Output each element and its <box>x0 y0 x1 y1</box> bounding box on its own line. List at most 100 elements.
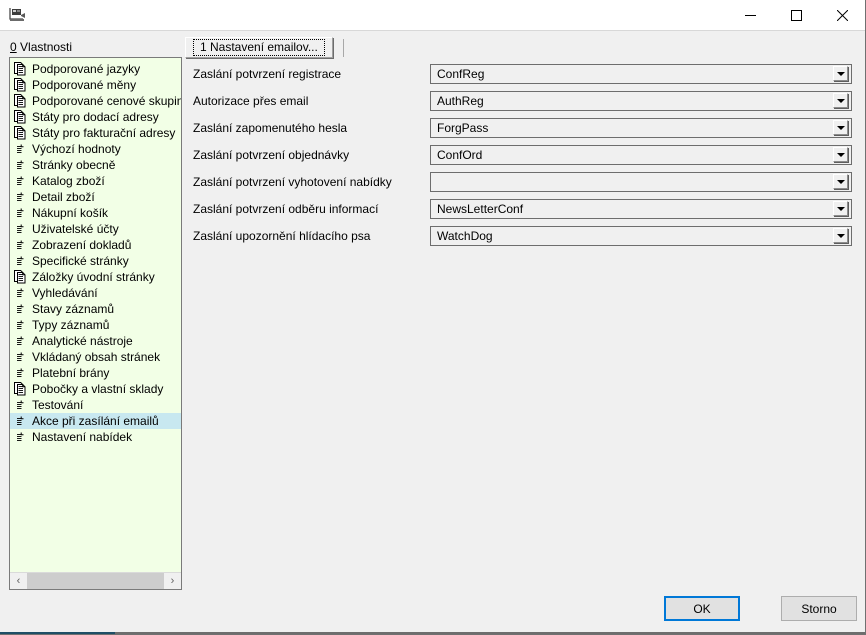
multi-document-icon <box>14 382 27 396</box>
list-item[interactable]: Výchozí hodnoty <box>10 141 181 157</box>
form-row-label: Zaslání potvrzení odběru informací <box>193 201 379 216</box>
form-row-label: Zaslání zapomenutého hesla <box>193 120 348 135</box>
list-item-label: Nastavení nabídek <box>32 430 133 444</box>
list-item[interactable]: Podporované měny <box>10 77 181 93</box>
list-item[interactable]: Státy pro dodací adresy <box>10 109 181 125</box>
list-item[interactable]: Vkládaný obsah stránek <box>10 349 181 365</box>
list-item[interactable]: Stavy záznamů <box>10 301 181 317</box>
list-item[interactable]: Podporované jazyky <box>10 61 181 77</box>
ok-button[interactable]: OK <box>664 596 740 621</box>
properties-list: Podporované jazyky Podporované měny Podp… <box>10 58 181 572</box>
document-icon <box>14 302 27 316</box>
caret-down-shape <box>836 125 845 130</box>
multi-document-icon <box>14 62 27 76</box>
maximize-button[interactable] <box>773 0 819 31</box>
list-item[interactable]: Státy pro fakturační adresy <box>10 125 181 141</box>
minimize-button[interactable] <box>727 0 773 31</box>
scrollbar-thumb[interactable] <box>27 573 164 589</box>
email-action-value: ConfOrd <box>437 147 483 162</box>
list-item[interactable]: Vyhledávání <box>10 285 181 301</box>
caret-down-shape <box>836 233 845 238</box>
document-icon <box>14 222 27 236</box>
form-row: Zaslání zapomenutého hesla ForgPass <box>185 117 857 138</box>
chevron-down-icon[interactable] <box>833 93 848 108</box>
window-bottom-accent <box>0 632 115 634</box>
form-row: Zaslání potvrzení registrace ConfReg <box>185 63 857 84</box>
list-item[interactable]: Detail zboží <box>10 189 181 205</box>
properties-listbox[interactable]: Podporované jazyky Podporované měny Podp… <box>9 57 182 590</box>
chevron-down-icon[interactable] <box>833 228 848 243</box>
list-item[interactable]: Záložky úvodní stránky <box>10 269 181 285</box>
scrollbar-track[interactable] <box>27 573 164 589</box>
document-icon <box>14 318 27 332</box>
list-item-label: Detail zboží <box>32 190 95 204</box>
properties-label: 0 Vlastnosti <box>9 40 182 57</box>
list-item-label: Uživatelské účty <box>32 222 119 236</box>
list-item[interactable]: Nákupní košík <box>10 205 181 221</box>
caret-down-shape <box>836 206 845 211</box>
list-item-label: Vkládaný obsah stránek <box>32 350 161 364</box>
cancel-button[interactable]: Storno <box>781 596 857 621</box>
list-item[interactable]: Akce při zasílání emailů <box>10 413 181 429</box>
list-item-label: Vyhledávání <box>32 286 98 300</box>
document-icon <box>14 350 27 364</box>
list-item[interactable]: Uživatelské účty <box>10 221 181 237</box>
form-row: Zaslání upozornění hlídacího psa WatchDog <box>185 225 857 246</box>
list-item[interactable]: Analytické nástroje <box>10 333 181 349</box>
tab-email-settings[interactable]: 1 Nastavení emailov... <box>185 37 333 58</box>
form-row: Zaslání potvrzení objednávky ConfOrd <box>185 144 857 165</box>
scroll-right-icon[interactable]: › <box>164 573 181 589</box>
list-item[interactable]: Stránky obecně <box>10 157 181 173</box>
list-item-label: Záložky úvodní stránky <box>32 270 155 284</box>
list-item[interactable]: Testování <box>10 397 181 413</box>
chevron-down-icon[interactable] <box>833 201 848 216</box>
email-action-select[interactable] <box>430 171 852 192</box>
list-item-label: Typy záznamů <box>32 318 110 332</box>
document-icon <box>14 238 27 252</box>
list-item[interactable]: Typy záznamů <box>10 317 181 333</box>
list-item[interactable]: Nastavení nabídek <box>10 429 181 445</box>
list-item-label: Státy pro fakturační adresy <box>32 126 176 140</box>
dialog-footer: OK Storno <box>0 590 865 634</box>
email-action-select[interactable]: ConfReg <box>430 63 852 84</box>
document-icon <box>14 254 27 268</box>
chevron-down-icon[interactable] <box>833 120 848 135</box>
email-action-select[interactable]: ForgPass <box>430 117 852 138</box>
caret-down-shape <box>836 71 845 76</box>
horizontal-scrollbar[interactable]: ‹ › <box>10 572 181 589</box>
scroll-left-icon[interactable]: ‹ <box>10 573 27 589</box>
list-item-label: Platební brány <box>32 366 110 380</box>
list-item[interactable]: Specifické stránky <box>10 253 181 269</box>
list-item[interactable]: Katalog zboží <box>10 173 181 189</box>
document-icon <box>14 142 27 156</box>
document-icon <box>14 334 27 348</box>
list-item-label: Akce při zasílání emailů <box>32 414 159 428</box>
list-item[interactable]: Zobrazení dokladů <box>10 237 181 253</box>
properties-panel: 0 Vlastnosti Podporované jazyky Podporov… <box>9 40 182 590</box>
email-action-select[interactable]: ConfOrd <box>430 144 852 165</box>
chevron-down-icon[interactable] <box>833 147 848 162</box>
email-action-select[interactable]: AuthReg <box>430 90 852 111</box>
document-icon <box>14 286 27 300</box>
document-icon <box>14 366 27 380</box>
dialog-window: 0 Vlastnosti Podporované jazyky Podporov… <box>0 0 866 635</box>
chevron-down-icon[interactable] <box>833 174 848 189</box>
list-item[interactable]: Podporované cenové skupiny <box>10 93 181 109</box>
list-item[interactable]: Pobočky a vlastní sklady <box>10 381 181 397</box>
list-item-label: Státy pro dodací adresy <box>32 110 159 124</box>
form-row-label: Zaslání potvrzení registrace <box>193 66 342 81</box>
list-item[interactable]: Platební brány <box>10 365 181 381</box>
chevron-down-icon[interactable] <box>833 66 848 81</box>
list-item-label: Podporované jazyky <box>32 62 141 76</box>
list-item-label: Pobočky a vlastní sklady <box>32 382 164 396</box>
multi-document-icon <box>14 78 27 92</box>
multi-document-icon <box>14 270 27 284</box>
email-action-select[interactable]: WatchDog <box>430 225 852 246</box>
multi-document-icon <box>14 94 27 108</box>
email-action-select[interactable]: NewsLetterConf <box>430 198 852 219</box>
tabstrip: 1 Nastavení emailov... <box>185 36 857 58</box>
form-row: Zaslání potvrzení odběru informací NewsLe… <box>185 198 857 219</box>
document-icon <box>14 206 27 220</box>
email-action-value: ForgPass <box>437 120 489 135</box>
close-button[interactable] <box>819 0 865 31</box>
